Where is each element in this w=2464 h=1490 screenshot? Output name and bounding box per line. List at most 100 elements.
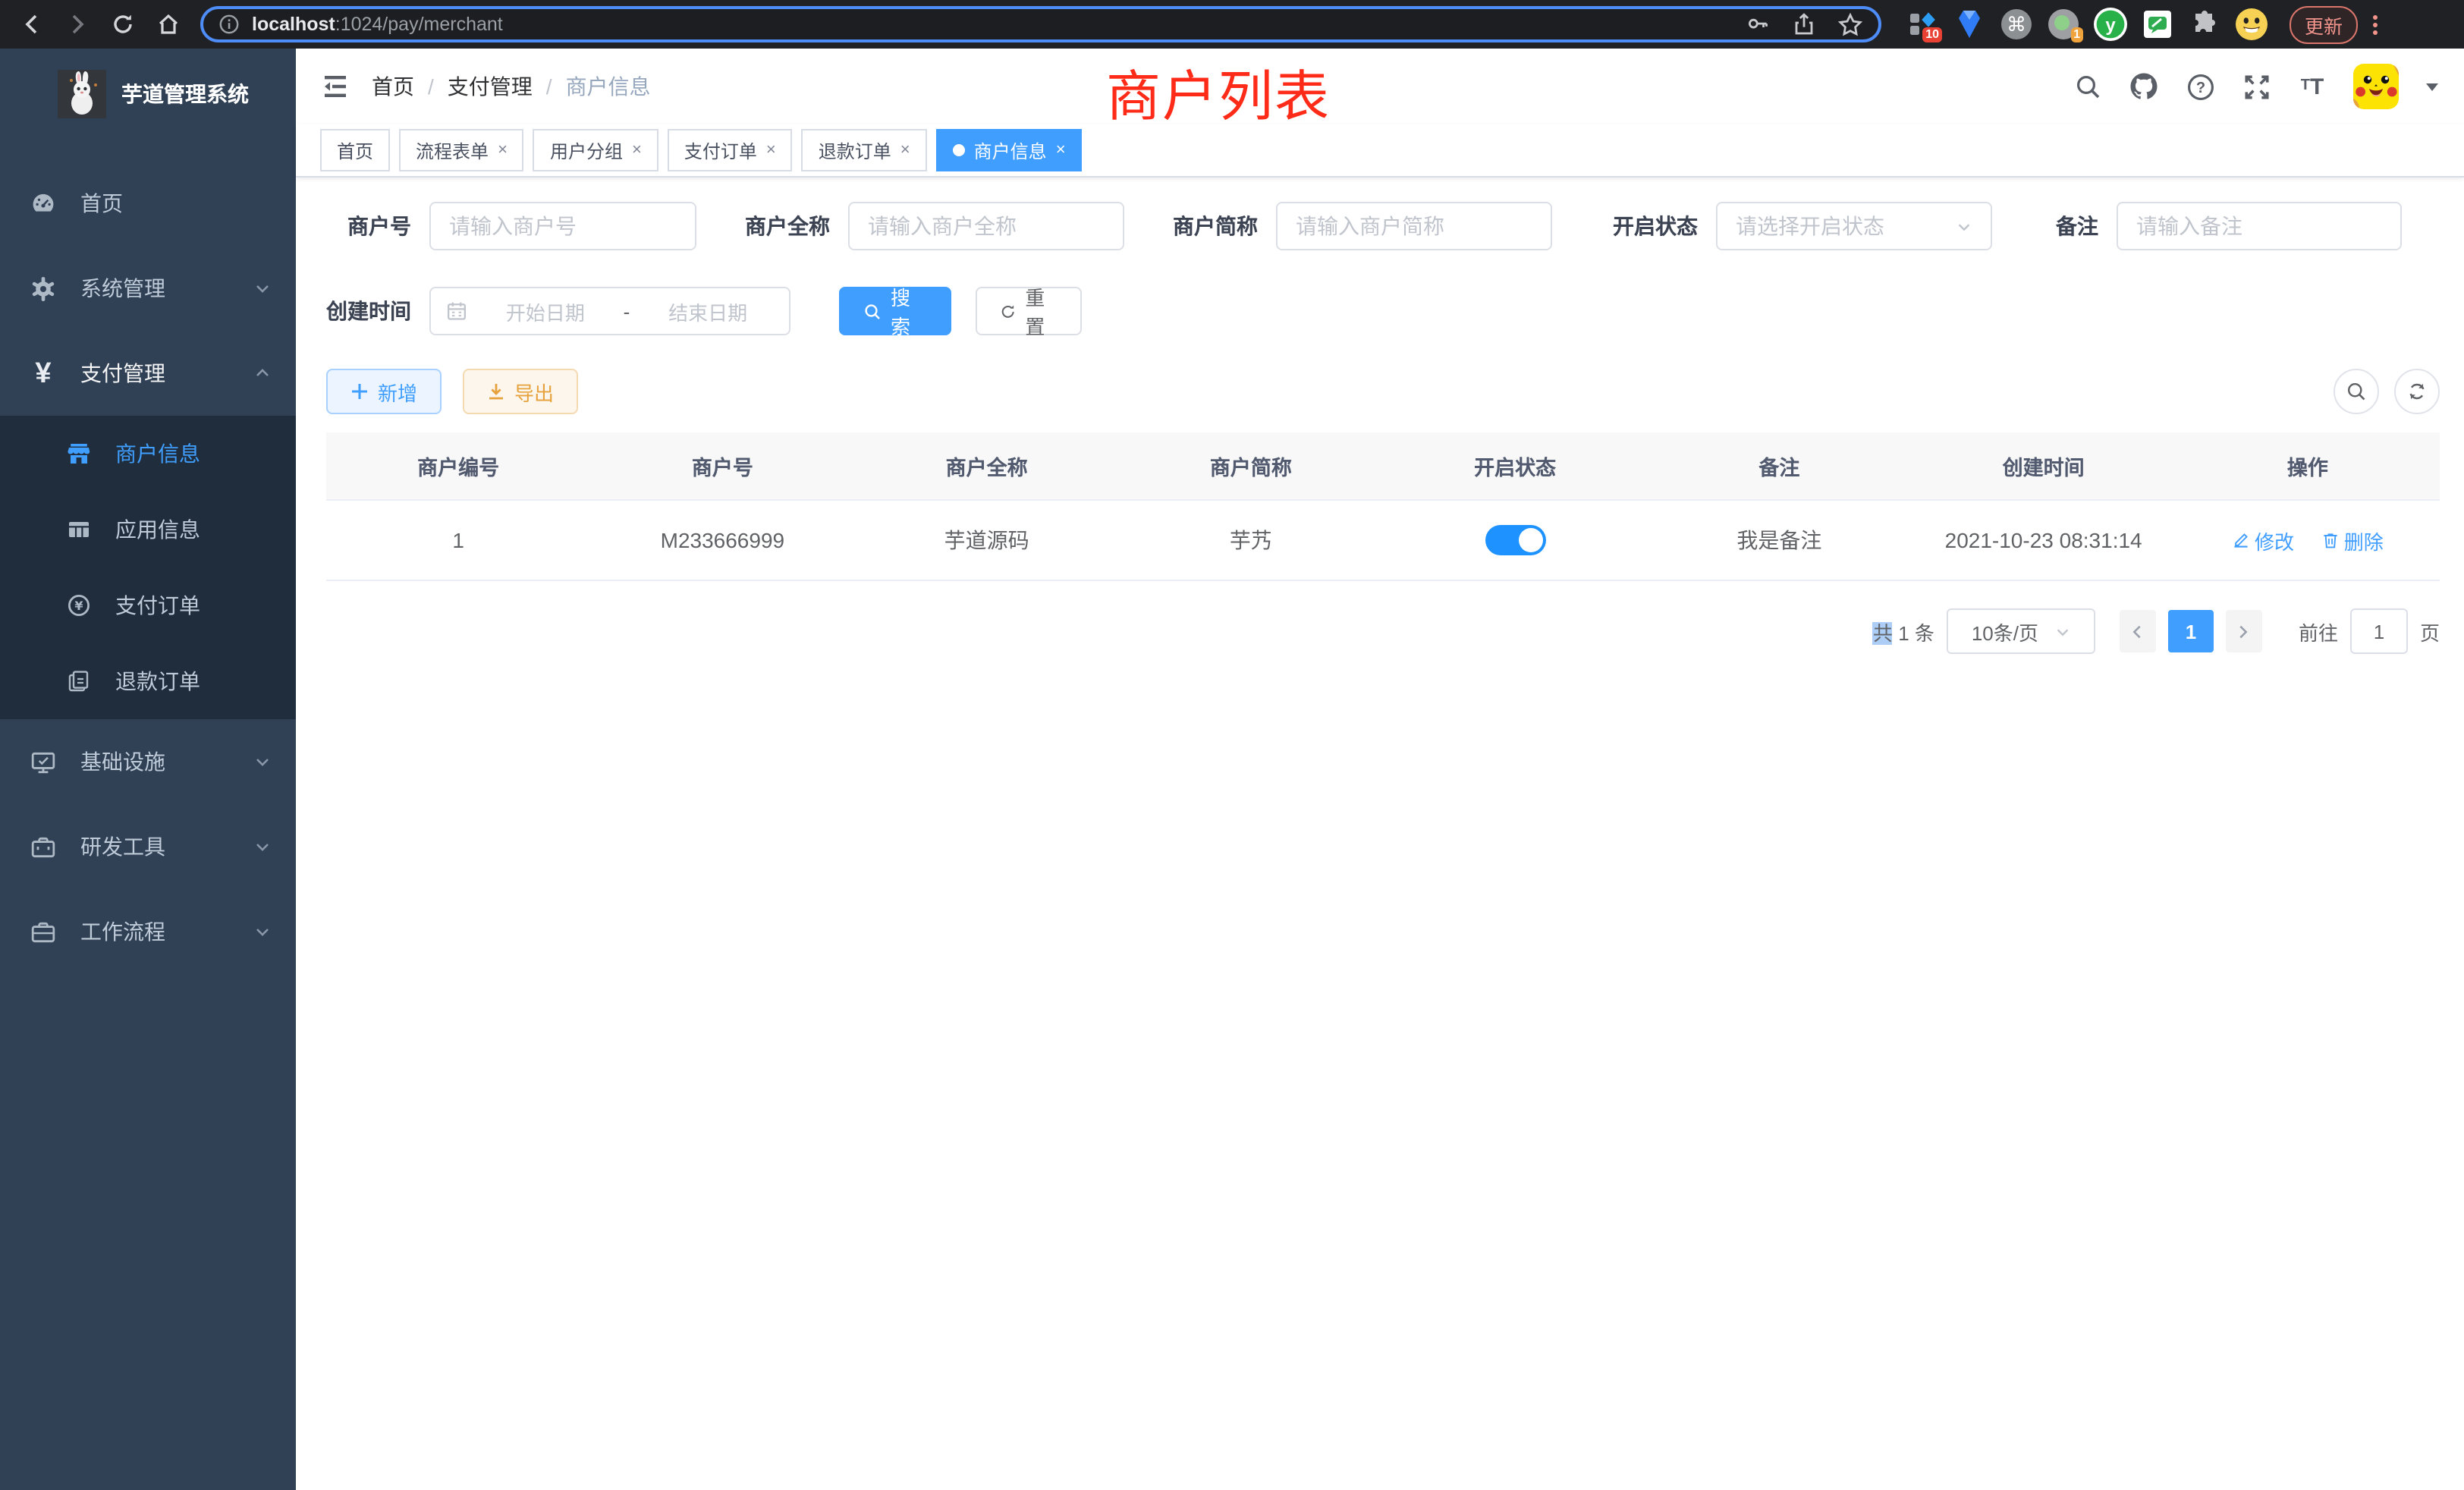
sidebar-item-pay-order[interactable]: ¥ 支付订单 — [0, 567, 296, 643]
short-name-input[interactable]: 请输入商户简称 — [1276, 202, 1552, 250]
button-label: 导出 — [514, 377, 554, 406]
page-number-1[interactable]: 1 — [2168, 610, 2214, 652]
sidebar: 芋道管理系统 首页 系统管理 ¥ 支付管理 — [0, 49, 296, 1490]
address-bar[interactable]: localhost:1024/pay/merchant — [200, 6, 1881, 42]
button-label: 重置 — [1025, 282, 1058, 340]
bookmark-star-icon[interactable] — [1837, 11, 1863, 37]
browser-update-button[interactable]: 更新 — [2290, 5, 2358, 43]
goto-value: 1 — [2374, 620, 2384, 643]
tab-close-icon[interactable]: × — [900, 141, 910, 159]
create-time-range-picker[interactable]: 开始日期 - 结束日期 — [429, 287, 790, 335]
page-size-select[interactable]: 10条/页 — [1947, 608, 2095, 654]
tab-home[interactable]: 首页 — [320, 129, 390, 171]
button-label: 搜索 — [891, 282, 927, 340]
sidebar-item-home[interactable]: 首页 — [0, 161, 296, 246]
user-avatar[interactable] — [2353, 64, 2399, 109]
sidebar-item-refund-order[interactable]: 退款订单 — [0, 643, 296, 719]
sidebar-item-workflow[interactable]: 工作流程 — [0, 889, 296, 974]
status-toggle[interactable] — [1485, 525, 1545, 555]
browser-back-button[interactable] — [12, 5, 52, 44]
sidebar-item-merchant-info[interactable]: 商户信息 — [0, 416, 296, 492]
ext-yudao-icon[interactable]: y — [2094, 8, 2127, 41]
breadcrumb-home[interactable]: 首页 — [372, 71, 414, 102]
svg-text:y: y — [2105, 15, 2116, 36]
help-button[interactable]: ? — [2185, 71, 2215, 102]
breadcrumb-pay[interactable]: 支付管理 — [448, 71, 533, 102]
status-select[interactable]: 请选择开启状态 — [1716, 202, 1992, 250]
font-size-button[interactable]: TT — [2297, 71, 2327, 102]
tab-refund-order[interactable]: 退款订单× — [802, 129, 927, 171]
browser-toolbar: localhost:1024/pay/merchant 10 ⌘ 1 — [0, 0, 2464, 49]
filter-row-1: 商户号 请输入商户号 商户全称 请输入商户全称 商户简称 请输入商户简称 开启状… — [326, 202, 2440, 250]
tab-pay-order[interactable]: 支付订单× — [668, 129, 793, 171]
remark-input[interactable]: 请输入备注 — [2117, 202, 2402, 250]
show-search-toggle-button[interactable] — [2334, 369, 2379, 414]
next-page-button[interactable] — [2226, 610, 2262, 652]
chevron-down-icon — [253, 753, 272, 771]
fullscreen-button[interactable] — [2241, 71, 2271, 102]
search-button[interactable]: 搜索 — [839, 287, 951, 335]
header-search-button[interactable] — [2073, 71, 2103, 102]
sidebar-item-devtools[interactable]: 研发工具 — [0, 804, 296, 889]
cell-remark: 我是备注 — [1647, 500, 1911, 580]
reset-button[interactable]: 重置 — [976, 287, 1082, 335]
delete-link[interactable]: 删除 — [2321, 526, 2384, 555]
caret-down-icon[interactable] — [2425, 79, 2440, 94]
update-label: 更新 — [2305, 10, 2343, 39]
tab-user-group[interactable]: 用户分组× — [533, 129, 658, 171]
sidebar-collapse-icon[interactable] — [320, 71, 350, 102]
tab-close-icon[interactable]: × — [632, 141, 642, 159]
tab-merchant-info[interactable]: 商户信息× — [936, 129, 1083, 171]
ext-chat-icon[interactable] — [2141, 8, 2174, 41]
edit-link[interactable]: 修改 — [2232, 526, 2294, 555]
ext-command-icon[interactable]: ⌘ — [2000, 8, 2033, 41]
breadcrumb: 首页 / 支付管理 / 商户信息 — [372, 71, 651, 102]
add-button[interactable]: 新增 — [326, 369, 442, 414]
sidebar-item-pay[interactable]: ¥ 支付管理 — [0, 331, 296, 416]
action-label: 修改 — [2255, 526, 2294, 555]
briefcase-icon — [30, 919, 56, 945]
merchant-no-input[interactable]: 请输入商户号 — [429, 202, 696, 250]
extensions-puzzle-icon[interactable] — [2188, 8, 2221, 41]
share-icon[interactable] — [1792, 12, 1816, 36]
sidebar-item-app-info[interactable]: 应用信息 — [0, 492, 296, 567]
tab-close-icon[interactable]: × — [498, 141, 508, 159]
dashboard-icon — [30, 190, 56, 216]
tab-close-icon[interactable]: × — [1056, 141, 1066, 159]
tab-process-form[interactable]: 流程表单× — [399, 129, 524, 171]
browser-profile-avatar[interactable] — [2235, 8, 2268, 41]
browser-forward-button[interactable] — [58, 5, 97, 44]
filter-remark: 备注 请输入备注 — [2056, 202, 2402, 250]
export-button[interactable]: 导出 — [463, 369, 578, 414]
tab-close-icon[interactable]: × — [766, 141, 776, 159]
download-icon — [487, 382, 505, 401]
password-key-icon[interactable] — [1745, 11, 1771, 37]
puzzle-icon — [2189, 9, 2220, 39]
total-count: 1 — [1898, 621, 1909, 644]
sidebar-item-infra[interactable]: 基础设施 — [0, 719, 296, 804]
sidebar-item-system[interactable]: 系统管理 — [0, 246, 296, 331]
calendar-icon — [446, 300, 467, 322]
sidebar-logo[interactable]: 芋道管理系统 — [0, 49, 296, 140]
goto-label: 前往 — [2299, 617, 2338, 646]
browser-home-button[interactable] — [149, 5, 188, 44]
ext-recorder-icon[interactable]: 1 — [2047, 8, 2080, 41]
ext-gem-icon[interactable] — [1953, 8, 1986, 41]
browser-reload-button[interactable] — [103, 5, 143, 44]
refresh-table-button[interactable] — [2394, 369, 2440, 414]
browser-menu-button[interactable] — [2373, 14, 2378, 34]
search-icon — [2074, 73, 2101, 100]
sidebar-item-label: 商户信息 — [115, 439, 200, 469]
page-content: 商户号 请输入商户号 商户全称 请输入商户全称 商户简称 请输入商户简称 开启状… — [296, 178, 2464, 654]
page-annotation-title: 商户列表 — [1106, 53, 1331, 132]
ext-blocks-icon[interactable]: 10 — [1906, 8, 1939, 41]
document-copy-icon — [67, 669, 91, 693]
grid-table-icon — [67, 517, 91, 542]
sidebar-item-label: 基础设施 — [80, 747, 229, 777]
full-name-input[interactable]: 请输入商户全称 — [848, 202, 1124, 250]
github-link[interactable] — [2129, 71, 2159, 102]
prev-page-button[interactable] — [2120, 610, 2156, 652]
main-area: 首页 / 支付管理 / 商户信息 商户列表 ? — [296, 49, 2464, 1490]
goto-page-input[interactable]: 1 — [2350, 608, 2408, 654]
pagination-total: 共 1 条 — [1873, 617, 1934, 646]
